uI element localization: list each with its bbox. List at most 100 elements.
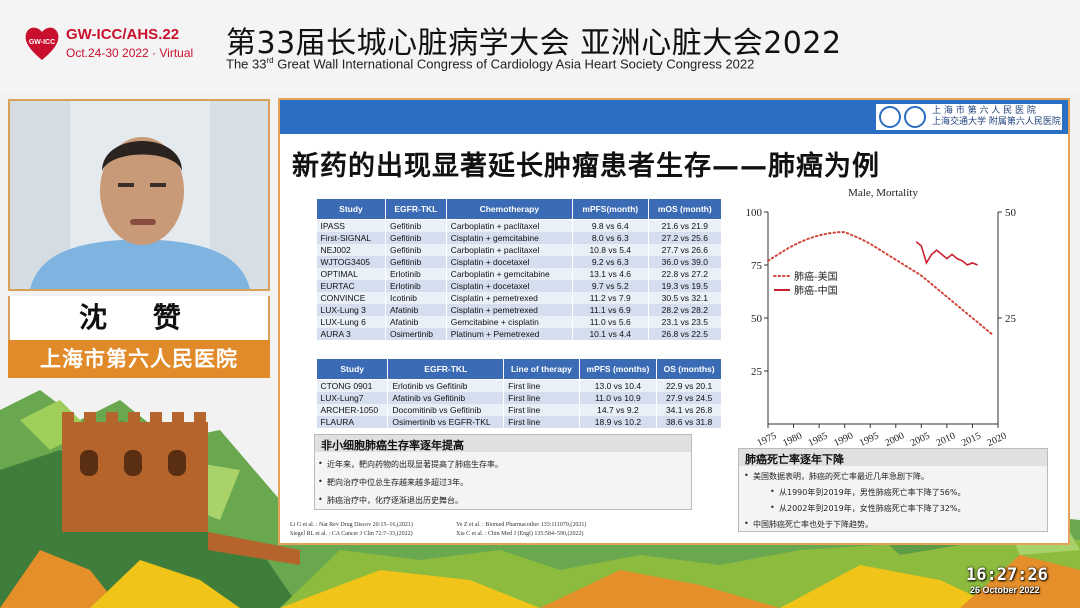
table-cell: Afatinib	[385, 303, 447, 316]
legend-label: 肺癌-美国	[794, 270, 838, 283]
x-tick-label: 1985	[807, 431, 830, 449]
table-cell: NEJ002	[316, 243, 386, 256]
table-cell: 11.0 vs 10.9	[579, 391, 658, 404]
right-note-box: 肺癌死亡率逐年下降 美国数据表明，肺癌的死亡率最近几年急剧下降。 从1990年到…	[738, 448, 1048, 532]
table-cell: Osimertinib vs EGFR-TKL	[387, 415, 505, 428]
table-cell: Cisplatin + docetaxel	[446, 279, 573, 292]
table-cell: 13.1 vs 4.6	[572, 267, 649, 280]
table-row: CONVINCE Icotinib Cisplatin + pemetrexed 11…	[316, 291, 723, 304]
table-header-cell: Line of therapy	[503, 358, 580, 380]
table-cell: LUX-Lung7	[316, 391, 389, 404]
left-note-item: 靶向治疗中位总生存越来越多超过3年。	[315, 477, 691, 488]
x-tick-label: 2005	[909, 431, 932, 449]
presentation-slide: 上 海 市 第 六 人 民 医 院 上海交通大学 附属第六人民医院 新药的出现显…	[278, 98, 1070, 545]
table-header-cell: OS (months)	[656, 358, 722, 380]
right-tick-label: 50	[1005, 207, 1017, 219]
table-cell: 9.8 vs 6.4	[572, 219, 649, 232]
left-tick-label: 50	[751, 313, 763, 325]
table-row: LUX-Lung 6 Afatinib Gemcitabine + cisplati…	[316, 315, 723, 328]
table-cell: Carboplatin + paclitaxel	[446, 243, 573, 256]
right-note-subitem: 从1990年到2019年，男性肺癌死亡率下降了56%。	[739, 487, 1047, 498]
left-note-item: 肺癌治疗中，化疗逐渐退出历史舞台。	[315, 495, 691, 506]
x-tick-label: 1980	[781, 431, 804, 449]
mortality-line-chart: Male, Mortality 25 50 75 100 25 50 1975 1980 1985…	[746, 187, 1017, 449]
reference-item: Siegel RL et al. : CA Cancer J Clin 72:7…	[290, 531, 413, 537]
table-header-cell: Chemotherapy	[445, 198, 573, 220]
x-tick-label: 2000	[883, 431, 906, 449]
table-header-row: Study EGFR-TKL Chemotherapy mPFS(month) mOS …	[316, 198, 723, 220]
table-cell: 34.1 vs 26.8	[656, 403, 722, 416]
speaker-hospital: 上海市第六人民医院	[8, 340, 270, 378]
table-cell: EURTAC	[316, 279, 386, 292]
table-cell: Carboplatin + gemcitabine	[446, 267, 573, 280]
table-row: CTONG 0901 Erlotinib vs Gefitinib First li…	[316, 379, 722, 392]
egfr-comparison-table: Study EGFR-TKL Line of therapy mPFS (months…	[315, 358, 722, 428]
table-cell: 13.0 vs 10.4	[579, 379, 658, 392]
table-row: NEJ002 Gefitinib Carboplatin + paclitaxel 1…	[316, 243, 723, 256]
series-line-china	[915, 241, 978, 266]
left-note-title: 非小细胞肺癌生存率逐年提高	[315, 435, 691, 452]
reference-item: Ye Z et al. : Biomed Pharmacother 133:11…	[456, 522, 587, 528]
slide-title: 新药的出现显著延长肿瘤患者生存——肺癌为例	[292, 151, 880, 182]
x-tick-label: 2010	[934, 431, 957, 449]
table-header-row: Study EGFR-TKL Line of therapy mPFS (months…	[315, 358, 722, 380]
table-row: FLAURA Osimertinib vs EGFR-TKL First line 1…	[316, 415, 722, 428]
table-cell: 18.9 vs 10.2	[579, 415, 658, 428]
left-tick-label: 100	[746, 207, 763, 219]
table-cell: Erlotinib	[385, 279, 447, 292]
logo-badge-text: GW-ICC	[29, 39, 55, 46]
table-cell: Gemcitabine + cisplatin	[446, 315, 573, 328]
left-tick-label: 75	[751, 260, 763, 272]
table-cell: 22.8 vs 27.2	[648, 267, 723, 280]
table-cell: 22.9 vs 20.1	[656, 379, 722, 392]
table-cell: Gefitinib	[385, 255, 447, 268]
logo-title: GW-ICC/AHS.22	[66, 26, 180, 43]
x-tick-label: 2020	[986, 431, 1009, 449]
table-header-cell: mPFS(month)	[571, 198, 649, 220]
speaker-video	[8, 99, 270, 291]
table-header-cell: Study	[315, 358, 389, 380]
table-cell: 11.2 vs 7.9	[572, 291, 649, 304]
left-note-box: 非小细胞肺癌生存率逐年提高 近年来，靶向药物的出现显著提高了肺癌生存率。 靶向治…	[314, 434, 692, 510]
table-cell: 9.2 vs 6.3	[572, 255, 649, 268]
table-cell: 38.6 vs 31.8	[656, 415, 722, 428]
right-note-title: 肺癌死亡率逐年下降	[739, 449, 1047, 466]
table-header-cell: mOS (month)	[647, 198, 723, 220]
conference-header: GW-ICC GW-ICC/AHS.22 Oct.24-30 2022 · Vi…	[0, 0, 1080, 92]
table-cell: Gefitinib	[385, 231, 447, 244]
speaker-portrait-icon	[10, 101, 268, 289]
table-cell: First line	[503, 379, 580, 392]
clock-time: 16:27:26	[966, 565, 1048, 585]
table-cell: 8.0 vs 6.3	[572, 231, 649, 244]
table-cell: 27.7 vs 26.6	[648, 243, 723, 256]
table-cell: Gefitinib	[385, 219, 447, 232]
left-tick-label: 25	[751, 366, 763, 378]
table-row: ARCHER-1050 Docomitinib vs Gefitinib First…	[316, 403, 722, 416]
table-cell: Cisplatin + pemetrexed	[446, 303, 573, 316]
table-cell: Afatinib	[385, 315, 447, 328]
right-tick-label: 25	[1005, 313, 1017, 325]
table-cell: 30.5 vs 32.1	[648, 291, 723, 304]
table-cell: CTONG 0901	[316, 379, 389, 392]
table-cell: Carboplatin + paclitaxel	[446, 219, 573, 232]
table-row: First-SIGNAL Gefitinib Cisplatin + gemcita…	[316, 231, 723, 244]
table-row: WJTOG3405 Gefitinib Cisplatin + docetaxel 9…	[316, 255, 723, 268]
table-cell: 28.2 vs 28.2	[648, 303, 723, 316]
table-row: AURA 3 Osimertinib Platinum + Pemetrexed 10…	[316, 327, 723, 340]
table-cell: 36.0 vs 39.0	[648, 255, 723, 268]
hospital-seal-icon	[904, 106, 926, 128]
table-cell: Cisplatin + docetaxel	[446, 255, 573, 268]
table-cell: 19.3 vs 19.5	[648, 279, 723, 292]
table-row: OPTIMAL Erlotinib Carboplatin + gemcitabin…	[316, 267, 723, 280]
table-cell: IPASS	[316, 219, 386, 232]
table-cell: Gefitinib	[385, 243, 447, 256]
table-row: EURTAC Erlotinib Cisplatin + docetaxel 9.7 …	[316, 279, 723, 292]
table-cell: OPTIMAL	[316, 267, 386, 280]
institution-logo: 上 海 市 第 六 人 民 医 院 上海交通大学 附属第六人民医院	[876, 104, 1062, 130]
right-note-item: 中国肺癌死亡率也处于下降趋势。	[739, 519, 1047, 530]
x-tick-label: 1975	[756, 431, 779, 449]
table-cell: First-SIGNAL	[316, 231, 386, 244]
university-seal-icon	[879, 106, 901, 128]
table-cell: WJTOG3405	[316, 255, 386, 268]
table-cell: LUX-Lung 3	[316, 303, 386, 316]
